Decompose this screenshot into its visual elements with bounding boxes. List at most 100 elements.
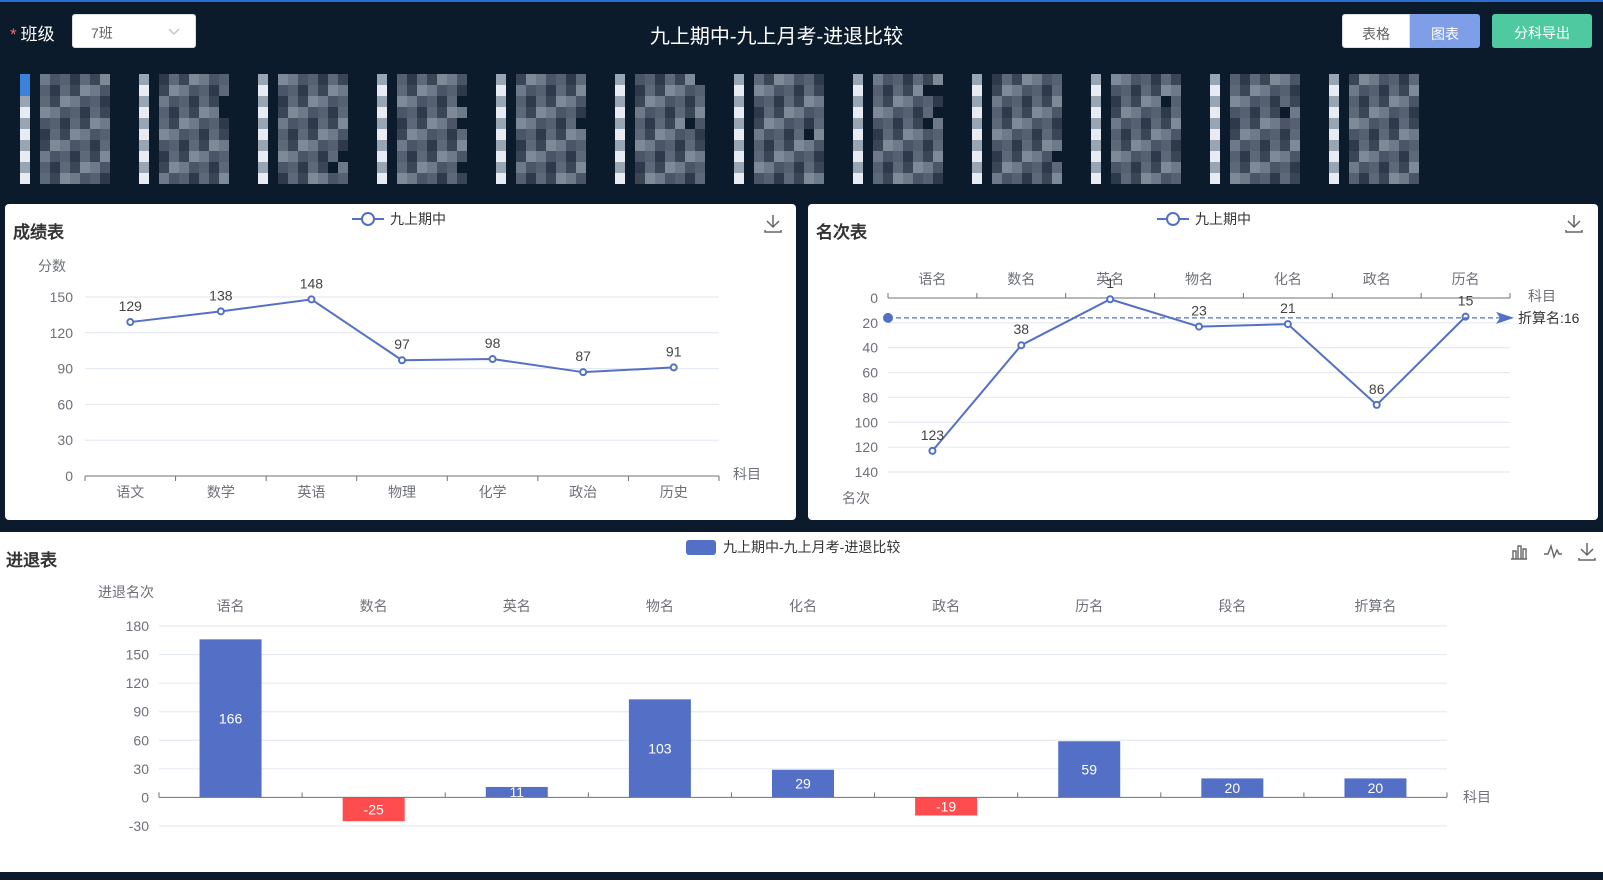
data-point (490, 356, 496, 362)
x-tick-label: 物名 (646, 598, 674, 614)
download-icon[interactable] (1563, 212, 1585, 234)
x-tick-label: 数学 (207, 484, 235, 500)
data-point (1018, 342, 1024, 348)
page-title: 九上期中-九上月考-进退比较 (0, 20, 1553, 49)
x-tick-label: 化名 (1274, 271, 1302, 287)
x-tick-label: 语文 (116, 484, 144, 500)
blurred-card (615, 74, 715, 192)
data-point (1107, 296, 1113, 302)
blurred-summary-strip (20, 74, 1490, 192)
x-axis-label: 科目 (1463, 789, 1491, 805)
x-tick-label: 政名 (932, 598, 960, 614)
data-label: 91 (666, 343, 682, 359)
table-view-button[interactable]: 表格 (1342, 14, 1410, 48)
score-chart-panel: 九上期中 分数 科目 0 30 60 90 120 150 语文 数学 英语 物理 化学 政治 历史 129 13… (5, 204, 796, 520)
y-axis-label: 名次 (842, 490, 870, 506)
data-label: 23 (1191, 303, 1207, 319)
x-tick-label: 政名 (1363, 271, 1391, 287)
legend-label: 九上期中 (390, 211, 446, 227)
x-tick-label: 折算名 (1354, 598, 1396, 614)
legend-swatch (686, 540, 716, 555)
x-tick-label: 数名 (360, 598, 388, 614)
blurred-card (853, 74, 953, 192)
legend-label: 九上期中-九上月考-进退比较 (723, 539, 900, 555)
y-tick-label: 0 (141, 789, 149, 805)
blurred-card (139, 74, 239, 192)
x-tick-label: 语名 (217, 598, 245, 614)
blurred-card (1091, 74, 1191, 192)
legend-label: 九上期中 (1195, 211, 1251, 227)
data-point (399, 357, 405, 363)
x-tick-label: 化名 (789, 598, 817, 614)
rank-line-chart: 九上期中名次科目020406080100120140语名 数名 英名 物名 化名 政名 历名… (808, 204, 1598, 520)
view-toggle-group: 表格 图表 (1342, 14, 1480, 48)
y-tick-label: 80 (862, 389, 878, 405)
bar-chart-icon[interactable] (1508, 540, 1530, 562)
y-tick-label: 150 (50, 289, 74, 305)
data-point (127, 319, 133, 325)
line-chart-icon[interactable] (1542, 540, 1564, 562)
data-point (218, 308, 224, 314)
bar-label: -19 (936, 798, 956, 814)
y-tick-label: 120 (50, 325, 74, 341)
blurred-card (258, 74, 358, 192)
blurred-card (496, 74, 596, 192)
data-label: 86 (1369, 381, 1385, 397)
x-tick-label: 化学 (479, 484, 507, 500)
y-tick-label: 90 (57, 361, 73, 377)
data-label: 21 (1280, 300, 1296, 316)
data-label: 38 (1013, 321, 1029, 337)
data-point (1463, 314, 1469, 320)
bar-label: 29 (795, 776, 811, 792)
bar-label: 20 (1225, 780, 1241, 796)
legend: 九上期中 (1157, 211, 1251, 227)
legend-marker (362, 213, 374, 225)
data-label: 129 (119, 298, 143, 314)
data-point (1374, 402, 1380, 408)
y-tick-label: 0 (870, 290, 878, 306)
data-point (1285, 321, 1291, 327)
data-label: 97 (394, 336, 410, 352)
y-tick-label: 120 (126, 675, 150, 691)
bar-label: 59 (1081, 761, 1097, 777)
data-label: 148 (300, 275, 324, 291)
progress-bar-chart: 九上期中-九上月考-进退比较进退名次科目 -30 0 30 60 90 120 150 180 语… (0, 532, 1603, 872)
data-label: 1 (1106, 275, 1114, 291)
y-tick-label: 30 (133, 761, 149, 777)
data-label: 138 (209, 287, 233, 303)
rank-chart-panel: 九上期中 名次 科目 0 20 40 60 80 100 120 140 语名 数名 英名 物名 化名 政名 历名… (808, 204, 1598, 520)
blurred-card (734, 74, 834, 192)
x-tick-label: 英语 (297, 484, 325, 500)
bar-label: 166 (219, 710, 243, 726)
data-label: 123 (921, 427, 945, 443)
x-tick-label: 历名 (1452, 271, 1480, 287)
y-tick-label: 60 (57, 396, 73, 412)
x-axis-label: 科目 (733, 466, 761, 482)
x-tick-label: 数名 (1007, 271, 1035, 287)
export-by-subject-button[interactable]: 分科导出 (1492, 14, 1592, 48)
data-label: 87 (575, 348, 591, 364)
y-tick-label: 100 (855, 414, 879, 430)
data-point (671, 364, 677, 370)
blurred-card (20, 74, 120, 192)
panel-title: 名次表 (816, 218, 867, 243)
data-label: 98 (485, 335, 501, 351)
y-tick-label: 60 (133, 732, 149, 748)
x-tick-label: 历名 (1075, 598, 1103, 614)
legend: 九上期中-九上月考-进退比较 (686, 539, 900, 555)
download-icon[interactable] (1576, 540, 1598, 562)
bar-label: 103 (648, 740, 672, 756)
x-tick-label: 语名 (918, 271, 946, 287)
blurred-card (377, 74, 477, 192)
legend-marker (1167, 213, 1179, 225)
data-point (308, 296, 314, 302)
data-point (1196, 324, 1202, 330)
chart-view-button[interactable]: 图表 (1410, 14, 1480, 48)
y-tick-label: 20 (862, 315, 878, 331)
y-axis-label: 进退名次 (98, 584, 154, 600)
mark-line-label: 折算名:16 (1518, 310, 1580, 326)
download-icon[interactable] (762, 212, 784, 234)
blurred-card (1210, 74, 1310, 192)
panel-title: 成绩表 (13, 218, 64, 243)
bar-label: -25 (364, 801, 384, 817)
